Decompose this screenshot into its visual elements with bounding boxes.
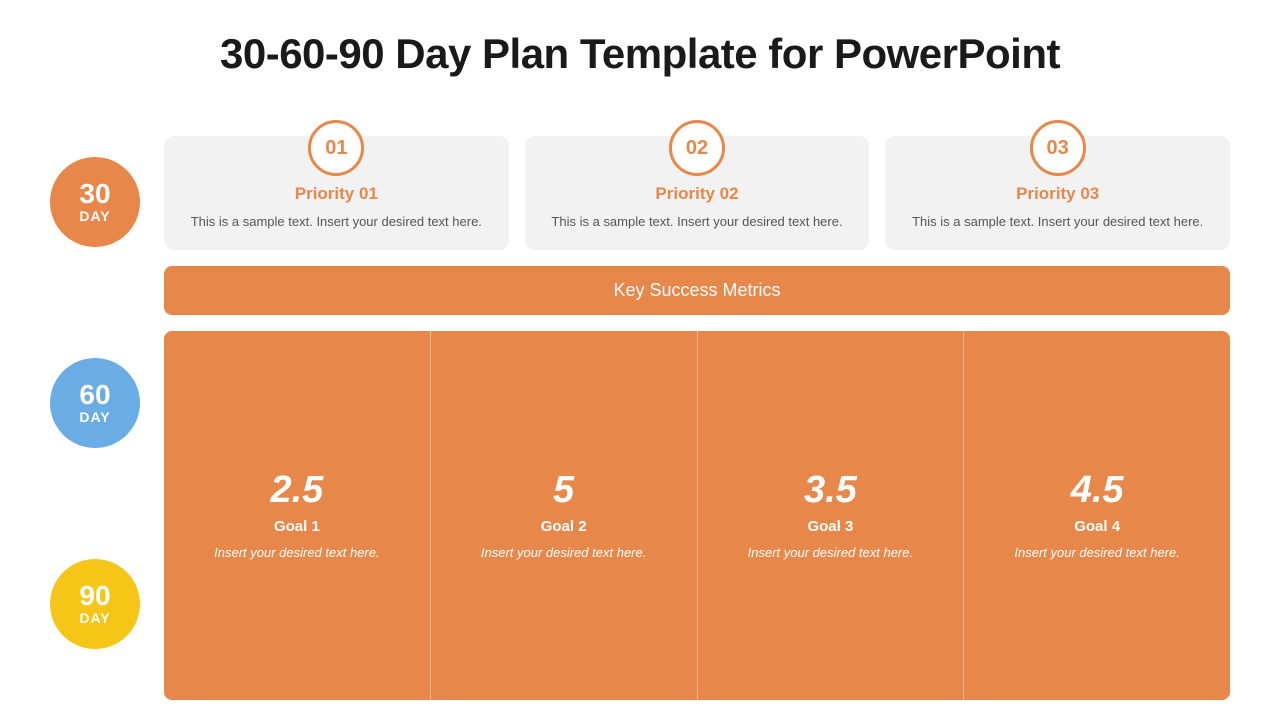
priority-3-title: Priority 03 xyxy=(1016,184,1099,204)
day-30-number: 30 xyxy=(79,180,110,208)
goal-cell-1: 2.5 Goal 1 Insert your desired text here… xyxy=(164,331,431,701)
goal-cell-3: 3.5 Goal 3 Insert your desired text here… xyxy=(698,331,965,701)
priority-card-1: 01 Priority 01 This is a sample text. In… xyxy=(164,136,509,250)
priority-card-2: 02 Priority 02 This is a sample text. In… xyxy=(525,136,870,250)
day-30-circle: 30 DAY xyxy=(50,157,140,247)
goal-1-text: Insert your desired text here. xyxy=(214,543,379,563)
goal-cell-2: 5 Goal 2 Insert your desired text here. xyxy=(431,331,698,701)
priority-1-title: Priority 01 xyxy=(295,184,378,204)
right-content: 01 Priority 01 This is a sample text. In… xyxy=(164,106,1230,700)
goal-1-number: 2.5 xyxy=(270,469,323,512)
goal-3-title: Goal 3 xyxy=(807,518,853,535)
goal-2-number: 5 xyxy=(553,469,574,512)
day-60-label: DAY xyxy=(79,409,110,425)
priority-row: 01 Priority 01 This is a sample text. In… xyxy=(164,106,1230,250)
priority-2-circle: 02 xyxy=(669,120,725,176)
day-90-number: 90 xyxy=(79,582,110,610)
day-60-circle: 60 DAY xyxy=(50,358,140,448)
day-circles: 30 DAY 60 DAY 90 DAY xyxy=(50,106,140,700)
priority-3-text: This is a sample text. Insert your desir… xyxy=(912,212,1203,232)
priority-card-3: 03 Priority 03 This is a sample text. In… xyxy=(885,136,1230,250)
page-title: 30-60-90 Day Plan Template for PowerPoin… xyxy=(50,30,1230,78)
goals-row: 2.5 Goal 1 Insert your desired text here… xyxy=(164,331,1230,701)
priority-2-text: This is a sample text. Insert your desir… xyxy=(551,212,842,232)
day-60-number: 60 xyxy=(79,381,110,409)
goal-cell-4: 4.5 Goal 4 Insert your desired text here… xyxy=(964,331,1230,701)
goal-3-text: Insert your desired text here. xyxy=(748,543,913,563)
goal-2-title: Goal 2 xyxy=(541,518,587,535)
goal-4-text: Insert your desired text here. xyxy=(1014,543,1179,563)
metrics-banner: Key Success Metrics xyxy=(164,266,1230,315)
goal-4-number: 4.5 xyxy=(1071,469,1124,512)
day-30-label: DAY xyxy=(79,208,110,224)
goal-1-title: Goal 1 xyxy=(274,518,320,535)
goal-2-text: Insert your desired text here. xyxy=(481,543,646,563)
priority-1-text: This is a sample text. Insert your desir… xyxy=(191,212,482,232)
goal-3-number: 3.5 xyxy=(804,469,857,512)
priority-3-circle: 03 xyxy=(1030,120,1086,176)
priority-2-title: Priority 02 xyxy=(655,184,738,204)
main-content: 30 DAY 60 DAY 90 DAY 01 Priority 01 This… xyxy=(50,106,1230,700)
priority-1-circle: 01 xyxy=(308,120,364,176)
day-90-label: DAY xyxy=(79,610,110,626)
day-90-circle: 90 DAY xyxy=(50,559,140,649)
goal-4-title: Goal 4 xyxy=(1074,518,1120,535)
